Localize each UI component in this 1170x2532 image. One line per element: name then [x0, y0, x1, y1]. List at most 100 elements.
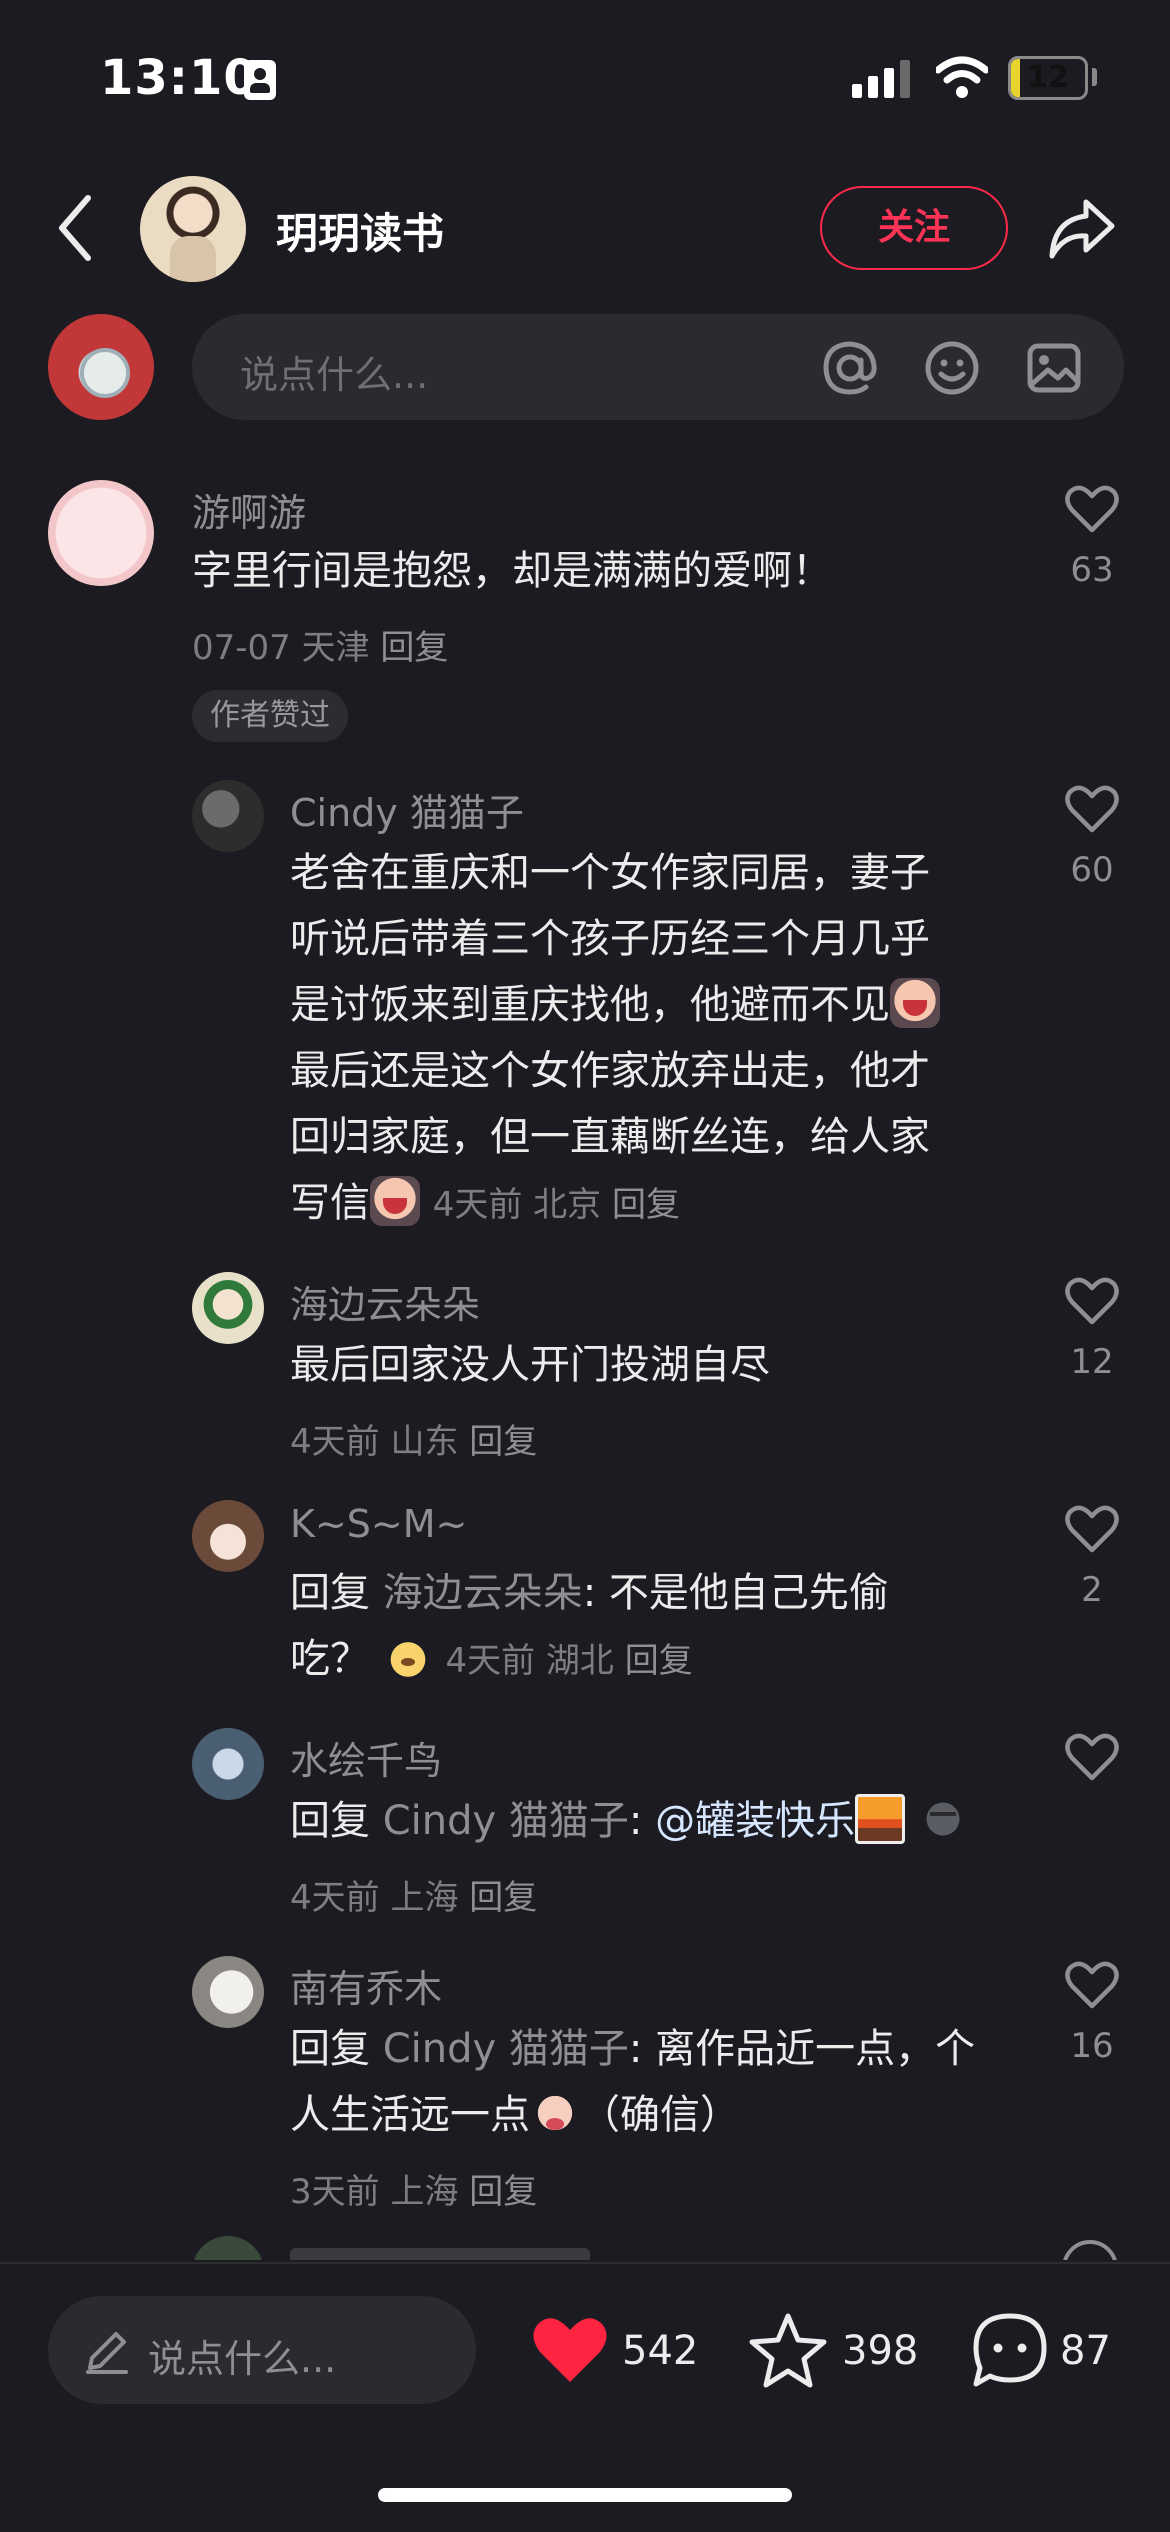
comment-location: 天津: [301, 628, 370, 668]
reply-location: 上海: [390, 2172, 459, 2212]
reply-location: 湖北: [545, 1641, 614, 1681]
reply-button[interactable]: 回复: [625, 1641, 693, 1681]
reply-line: 回归家庭，但一直藕断丝连，给人家: [290, 1114, 930, 1160]
reply-line: 回复 海边云朵朵: 不是他自己先偷: [290, 1560, 1010, 1626]
reply-line: 最后还是这个女作家放弃出走，他才: [290, 1048, 930, 1094]
reply-text[interactable]: 最后回家没人开门投湖自尽: [290, 1332, 1010, 1398]
share-icon[interactable]: [1046, 192, 1118, 264]
dog-emoji: [382, 1632, 433, 1682]
like-count: 12: [1070, 1342, 1114, 1382]
reply-line-text: 是讨饭来到重庆找他，他避而不见: [290, 982, 890, 1028]
sunset-emoji: [855, 1794, 906, 1844]
reply-time: 4天前: [290, 1422, 380, 1462]
reply-avatar[interactable]: [192, 1728, 264, 1800]
status-bar: 13:10 12: [0, 0, 1170, 150]
comment-input-placeholder: 说点什么...: [240, 353, 429, 397]
reply-avatar[interactable]: [192, 780, 264, 852]
reply-button[interactable]: 回复: [469, 1422, 537, 1462]
like-count: 63: [1070, 550, 1114, 590]
comment-username[interactable]: 游啊游: [192, 482, 306, 537]
reply-meta: 4天前 湖北 回复: [445, 1641, 692, 1681]
reply-line: 老舍在重庆和一个女作家同居，妻子: [290, 850, 930, 896]
reply-line: 听说后带着三个孩子历经三个月几乎: [290, 916, 930, 962]
reply-time: 4天前: [290, 1878, 380, 1918]
reply-username[interactable]: Cindy 猫猫子: [290, 782, 524, 837]
reply-button[interactable]: 回复: [612, 1185, 680, 1225]
heart-icon[interactable]: [1064, 1960, 1120, 2010]
like-count-total: 542: [622, 2328, 699, 2374]
reply-button[interactable]: 回复: [469, 2172, 537, 2212]
comment-count: 87: [1060, 2328, 1111, 2374]
chat-icon[interactable]: [970, 2310, 1050, 2390]
reply-text[interactable]: 回复 Cindy 猫猫子: 离作品近一点，个 人生活远一点 （确信）: [290, 2016, 1030, 2148]
reply-meta: 3天前 上海 回复: [290, 2164, 537, 2213]
reply-text[interactable]: 回复 Cindy 猫猫子: @罐装快乐: [290, 1788, 1030, 1854]
reply-username[interactable]: 水绘千鸟: [290, 1730, 442, 1785]
battery-level: 12: [1027, 60, 1069, 95]
battery-indicator: 12: [1008, 56, 1088, 100]
reply-button[interactable]: 回复: [380, 628, 448, 668]
reply-line: 是讨饭来到重庆找他，他避而不见: [290, 972, 1010, 1038]
reply-username[interactable]: 南有乔木: [290, 1958, 442, 2013]
reply-line: 回复 Cindy 猫猫子: @罐装快乐: [290, 1788, 1030, 1854]
reply-button[interactable]: 回复: [469, 1878, 537, 1918]
comment-date: 07-07: [192, 628, 291, 668]
at-icon[interactable]: [822, 340, 878, 396]
heart-icon[interactable]: [1064, 784, 1120, 834]
reply-line: 写信 4天前 北京 回复: [290, 1170, 1010, 1238]
my-avatar: [48, 314, 154, 420]
comment-input[interactable]: 说点什么...: [192, 314, 1124, 420]
reply-meta: 4天前 北京 回复: [433, 1185, 680, 1225]
reply-avatar[interactable]: [192, 1956, 264, 2028]
reply-prefix: 回复: [290, 2026, 370, 2072]
reply-location: 北京: [533, 1185, 602, 1225]
heart-icon[interactable]: [530, 2310, 610, 2390]
mention-link[interactable]: @罐装快乐: [655, 1798, 855, 1844]
comment-text[interactable]: 字里行间是抱怨，却是满满的爱啊！: [192, 538, 1032, 604]
reply-line-text: : 离作品近一点，个: [628, 2026, 976, 2072]
author-liked-badge: 作者赞过: [192, 690, 348, 742]
bottom-input-placeholder: 说点什么...: [148, 2337, 337, 2381]
reply-line-text: （确信）: [580, 2092, 740, 2138]
reply-text[interactable]: 老舍在重庆和一个女作家同居，妻子 听说后带着三个孩子历经三个月几乎 是讨饭来到重…: [290, 840, 1010, 1238]
follow-button[interactable]: 关注: [820, 186, 1008, 270]
emoji-icon[interactable]: [924, 340, 980, 396]
reply-target[interactable]: 海边云朵朵: [383, 1570, 583, 1616]
image-icon[interactable]: [1026, 340, 1082, 396]
reply-line: 吃？ 4天前 湖北 回复: [290, 1626, 1010, 1694]
author-avatar[interactable]: [140, 176, 246, 282]
reply-target[interactable]: Cindy 猫猫子: [383, 1798, 629, 1844]
reply-line: 人生活远一点 （确信）: [290, 2082, 1030, 2148]
star-icon[interactable]: [748, 2310, 828, 2390]
heart-icon[interactable]: [1064, 484, 1120, 534]
note-comments-screen: 13:10 12 玥玥读书 关注 说点什么... 游啊游 字里行间是抱怨，却是满…: [0, 0, 1170, 2532]
home-indicator: [378, 2488, 792, 2502]
heart-icon[interactable]: [1064, 1732, 1120, 1782]
commenter-avatar[interactable]: [48, 480, 154, 586]
reply-meta: 4天前 上海 回复: [290, 1870, 537, 1919]
reply-target[interactable]: Cindy 猫猫子: [383, 2026, 629, 2072]
reply-username[interactable]: 海边云朵朵: [290, 1274, 480, 1329]
status-time: 13:10: [100, 50, 258, 106]
reply-avatar[interactable]: [192, 1272, 264, 1344]
author-name[interactable]: 玥玥读书: [276, 200, 444, 261]
reply-username[interactable]: K~S~M~: [290, 1502, 467, 1546]
heart-icon[interactable]: [1064, 1504, 1120, 1554]
contact-card-icon: [244, 60, 276, 100]
heart-icon[interactable]: [1064, 1276, 1120, 1326]
reply-prefix: 回复: [290, 1798, 370, 1844]
next-reply-partial: [192, 2236, 1132, 2260]
reply-line-text: 写信: [290, 1180, 370, 1226]
bottom-comment-input[interactable]: 说点什么...: [48, 2296, 476, 2404]
favorite-count: 398: [842, 2328, 919, 2374]
like-count: 2: [1081, 1570, 1103, 1610]
reply-meta: 4天前 山东 回复: [290, 1414, 537, 1463]
reply-text[interactable]: 回复 海边云朵朵: 不是他自己先偷 吃？ 4天前 湖北 回复: [290, 1560, 1010, 1694]
reply-avatar[interactable]: [192, 1500, 264, 1572]
cry-emoji: [890, 978, 940, 1028]
reply-location: 上海: [390, 1878, 459, 1918]
back-icon[interactable]: [48, 190, 108, 266]
reply-time: 4天前: [432, 1185, 523, 1225]
reply-prefix: 回复: [290, 1570, 370, 1616]
reply-username-placeholder: [290, 2248, 590, 2260]
